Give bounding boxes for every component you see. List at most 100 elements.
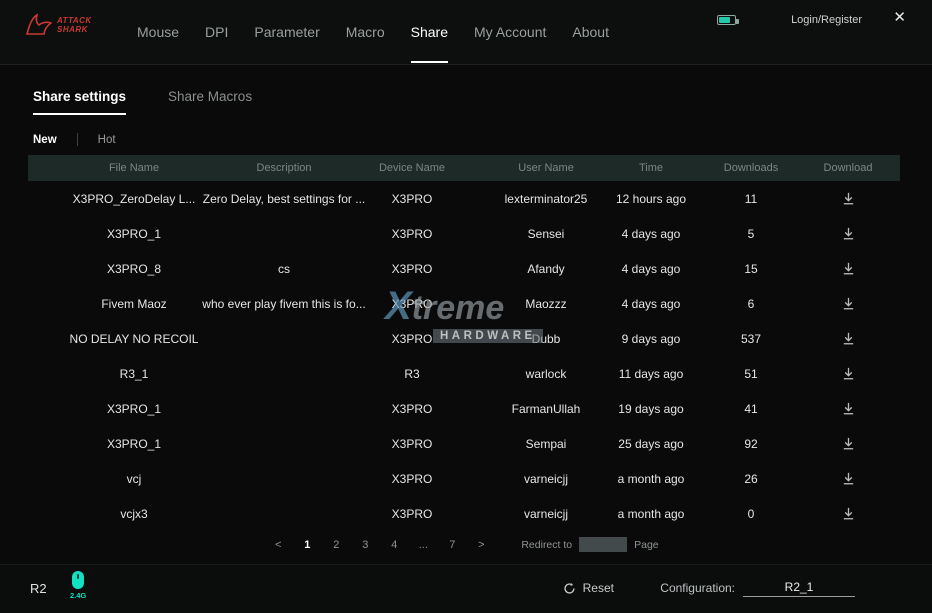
download-icon [841,331,856,346]
download-button[interactable] [839,294,858,313]
cell-description: cs [240,251,328,286]
cell-downloads: 537 [706,321,796,356]
cell-file-name: NO DELAY NO RECOIL [28,321,240,356]
cell-user-name: Maozzz [496,286,596,321]
cell-device-name: X3PRO [328,496,496,531]
tab-dpi[interactable]: DPI [205,0,228,64]
main-nav: Mouse DPI Parameter Macro Share My Accou… [137,0,609,64]
download-icon [841,296,856,311]
download-button[interactable] [839,469,858,488]
tab-mouse[interactable]: Mouse [137,0,179,64]
column-device-name: Device Name [328,155,496,181]
download-button[interactable] [839,259,858,278]
cell-user-name: Sensei [496,216,596,251]
column-file-name: File Name [28,155,240,181]
table-row: vcj X3PRO varneicjj a month ago 26 [28,461,900,496]
cell-description [240,216,328,251]
column-user-name: User Name [496,155,596,181]
page-button-4[interactable]: 4 [389,539,399,551]
tab-share[interactable]: Share [411,0,448,64]
table-row: X3PRO_ZeroDelay L... Zero Delay, best se… [28,181,900,216]
column-download: Download [796,155,900,181]
configuration-value[interactable]: R2_1 [743,580,855,597]
download-button[interactable] [839,189,858,208]
cell-user-name: FarmanUllah [496,391,596,426]
cell-file-name: X3PRO_1 [28,391,240,426]
cell-downloads: 11 [706,181,796,216]
table-row: vcjx3 X3PRO varneicjj a month ago 0 [28,496,900,531]
download-icon [841,401,856,416]
cell-user-name: warlock [496,356,596,391]
cell-device-name: X3PRO [328,181,496,216]
cell-time: 4 days ago [596,216,706,251]
cell-downloads: 6 [706,286,796,321]
cell-description [240,426,328,461]
cell-time: a month ago [596,461,706,496]
cell-device-name: X3PRO [328,286,496,321]
tab-about[interactable]: About [572,0,609,64]
column-description: Description [240,155,328,181]
tab-share-macros[interactable]: Share Macros [168,89,252,115]
redirect-group: Redirect to Page [521,537,658,552]
redirect-label: Redirect to [521,539,572,551]
sort-tab-hot[interactable]: Hot [98,134,116,146]
cell-time: 4 days ago [596,286,706,321]
table-row: Fivem Maoz who ever play fivem this is f… [28,286,900,321]
configuration-label: Configuration: [660,581,735,597]
reset-button[interactable]: Reset [563,581,614,595]
close-icon[interactable]: ✕ [893,10,906,25]
page-button-3[interactable]: 3 [360,539,370,551]
download-icon [841,226,856,241]
download-icon [841,191,856,206]
download-button[interactable] [839,399,858,418]
share-sub-tabs: Share settings Share Macros [33,89,252,115]
cell-file-name: X3PRO_1 [28,216,240,251]
download-icon [841,436,856,451]
cell-downloads: 26 [706,461,796,496]
download-button[interactable] [839,224,858,243]
download-button[interactable] [839,364,858,383]
tab-my-account[interactable]: My Account [474,0,546,64]
table-row: R3_1 R3 warlock 11 days ago 51 [28,356,900,391]
share-settings-table: File Name Description Device Name User N… [28,155,900,531]
cell-file-name: X3PRO_8 [28,251,240,286]
redirect-page-input[interactable] [579,537,627,552]
cell-user-name: varneicjj [496,461,596,496]
brand-logo-text: ATTACK SHARK [57,16,107,34]
cell-user-name: lexterminator25 [496,181,596,216]
sort-tab-new[interactable]: New [33,134,57,146]
cell-device-name: X3PRO [328,391,496,426]
page-button-1[interactable]: 1 [302,539,312,551]
battery-icon [717,15,736,25]
cell-file-name: vcj [28,461,240,496]
download-button[interactable] [839,329,858,348]
prev-page-button[interactable]: < [273,539,283,551]
table-row: NO DELAY NO RECOIL X3PRO Dubb 9 days ago… [28,321,900,356]
login-register-link[interactable]: Login/Register [791,14,862,26]
page-button-2[interactable]: 2 [331,539,341,551]
sort-divider [77,133,78,146]
next-page-button[interactable]: > [476,539,486,551]
sort-tabs: New Hot [33,133,116,146]
shark-logo-icon [26,13,52,37]
table-row: X3PRO_1 X3PRO Sempai 25 days ago 92 [28,426,900,461]
cell-time: a month ago [596,496,706,531]
cell-downloads: 0 [706,496,796,531]
table-header-row: File Name Description Device Name User N… [28,155,900,181]
download-icon [841,261,856,276]
cell-time: 11 days ago [596,356,706,391]
device-name: R2 [30,581,47,596]
tab-share-settings[interactable]: Share settings [33,89,126,115]
tab-parameter[interactable]: Parameter [254,0,319,64]
tab-macro[interactable]: Macro [346,0,385,64]
page-ellipsis: ... [418,539,428,551]
download-button[interactable] [839,434,858,453]
download-button[interactable] [839,504,858,523]
cell-device-name: X3PRO [328,321,496,356]
brand-logo: ATTACK SHARK [26,13,107,37]
table-row: X3PRO_1 X3PRO Sensei 4 days ago 5 [28,216,900,251]
cell-time: 19 days ago [596,391,706,426]
page-button-7[interactable]: 7 [447,539,457,551]
cell-file-name: X3PRO_1 [28,426,240,461]
column-time: Time [596,155,706,181]
